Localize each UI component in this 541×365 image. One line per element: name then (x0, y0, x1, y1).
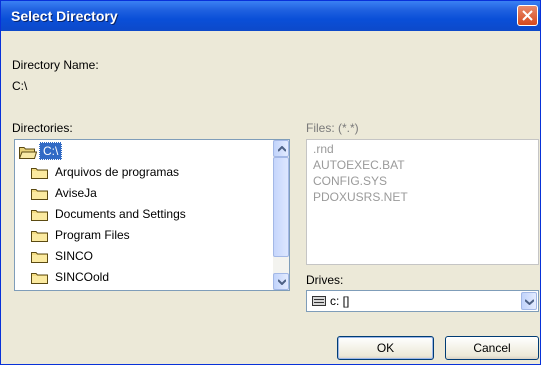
directory-item-label: SINCO (55, 249, 94, 263)
directory-item-label: C:\ (39, 142, 63, 160)
file-item[interactable]: AUTOEXEC.BAT (313, 158, 405, 172)
files-label: Files: (*.*) (306, 121, 359, 135)
file-item[interactable]: .rnd (313, 142, 334, 156)
folder-icon (31, 252, 48, 263)
ok-button[interactable]: OK (337, 336, 434, 360)
chevron-up-icon (278, 146, 286, 152)
open-folder-icon (19, 147, 37, 159)
drive-icon (312, 296, 326, 306)
folder-icon (31, 210, 48, 221)
scroll-thumb[interactable] (273, 157, 289, 257)
directories-label: Directories: (12, 121, 73, 135)
directories-scrollbar[interactable] (273, 140, 289, 290)
directory-item-label: Documents and Settings (55, 207, 186, 221)
close-icon (522, 10, 533, 21)
chevron-down-icon (525, 299, 534, 305)
directory-name-label: Directory Name: (12, 58, 99, 72)
directory-item-label: AviseJa (55, 186, 97, 200)
directory-item[interactable]: AviseJa (17, 183, 271, 203)
directory-name-value: C:\ (12, 79, 28, 93)
drives-dropdown-button[interactable] (521, 292, 537, 310)
drives-combobox[interactable]: c: [] (306, 290, 539, 312)
file-item[interactable]: PDOXUSRS.NET (313, 190, 408, 204)
directory-item[interactable]: Arquivos de programas (17, 162, 271, 182)
select-directory-dialog: Select Directory Directory Name: C:\ Dir… (0, 0, 541, 365)
files-listbox[interactable]: .rnd AUTOEXEC.BAT CONFIG.SYS PDOXUSRS.NET (306, 139, 539, 265)
directory-item-label: Arquivos de programas (55, 165, 180, 179)
folder-icon (31, 231, 48, 242)
drives-label: Drives: (306, 273, 344, 287)
directory-item-label: Program Files (55, 228, 130, 242)
cancel-button[interactable]: Cancel (445, 336, 539, 360)
directory-item[interactable]: C:\ (17, 141, 271, 161)
scroll-up-button[interactable] (273, 140, 289, 157)
directory-item[interactable]: SINCO (17, 246, 271, 266)
folder-icon (31, 189, 48, 200)
directory-item[interactable]: Program Files (17, 225, 271, 245)
window-title: Select Directory (11, 8, 118, 24)
folder-icon (31, 168, 48, 179)
folder-icon (31, 273, 48, 284)
chevron-down-icon (278, 279, 286, 285)
directory-item[interactable]: SINCOold (17, 267, 271, 287)
close-button[interactable] (517, 5, 538, 26)
scroll-down-button[interactable] (273, 273, 289, 290)
title-bar[interactable]: Select Directory (1, 1, 540, 31)
directory-item-label: SINCOold (55, 270, 110, 284)
drives-value: c: [] (330, 294, 350, 308)
directory-item[interactable]: Documents and Settings (17, 204, 271, 224)
file-item[interactable]: CONFIG.SYS (313, 174, 387, 188)
directories-listbox[interactable]: C:\ Arquivos de programas AviseJa Documents… (14, 139, 290, 291)
